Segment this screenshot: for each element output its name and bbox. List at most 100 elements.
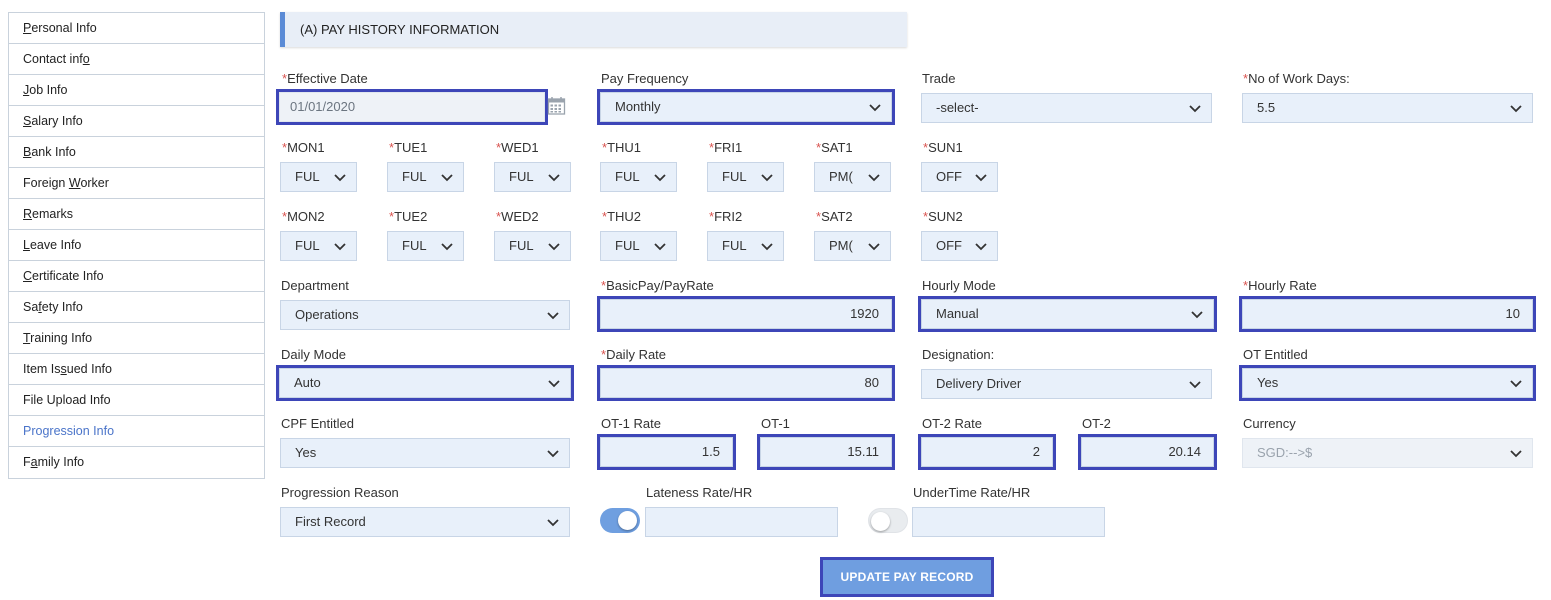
sidebar-item[interactable]: Family Info [9,447,264,478]
chevron-down-icon [868,243,880,251]
day-select[interactable]: PM( [814,162,891,192]
chevron-down-icon [975,243,987,251]
undertime-toggle[interactable] [868,508,908,533]
chevron-down-icon [868,174,880,182]
sidebar-item[interactable]: Safety Info [9,292,264,323]
currency-label: Currency [1243,416,1296,431]
daily-rate-input[interactable]: 80 [597,365,895,401]
sidebar-item-label: Sa [23,300,39,314]
department-label: Department [281,278,349,293]
day-select[interactable]: FUL [600,162,677,192]
ot2-rate-label: OT-2 Rate [922,416,982,431]
calendar-icon[interactable] [547,96,566,115]
ot-entitled-label: OT Entitled [1243,347,1308,362]
day-select[interactable]: FUL [280,162,357,192]
day-select[interactable]: FUL [600,231,677,261]
sidebar-item[interactable]: Item Issued Info [9,354,264,385]
sidebar-item[interactable]: Salary Info [9,106,264,137]
basic-pay-label: *BasicPay/PayRate [601,278,714,293]
undertime-rate-input[interactable] [912,507,1105,537]
sidebar-item[interactable]: Leave Info [9,230,264,261]
department-select[interactable]: Operations [280,300,570,330]
basic-pay-input[interactable]: 1920 [597,296,895,332]
daily-mode-select[interactable]: Auto [276,365,574,401]
day-select[interactable]: FUL [280,231,357,261]
sidebar-item-label: eave Info [29,238,82,252]
ot2-rate-input[interactable]: 2 [918,434,1056,470]
day-label: *THU2 [602,209,642,224]
pay-frequency-select[interactable]: Monthly [597,89,895,125]
sidebar-item[interactable]: Training Info [9,323,264,354]
sidebar-item-label: ued Info [66,362,112,376]
hourly-mode-select[interactable]: Manual [918,296,1217,332]
day-select[interactable]: FUL [387,231,464,261]
cpf-entitled-select[interactable]: Yes [280,438,570,468]
currency-select[interactable]: SGD:-->$ [1242,438,1533,468]
sidebar-item-label: mily Info [37,455,85,469]
sidebar-item[interactable]: Certificate Info [9,261,264,292]
sidebar-item-accesskey: o [82,52,90,66]
trade-label: Trade [922,71,956,86]
day-select[interactable]: PM( [814,231,891,261]
lateness-rate-input[interactable] [645,507,838,537]
day-select[interactable]: FUL [494,162,571,192]
ot-entitled-select[interactable]: Yes [1239,365,1536,401]
chevron-down-icon [975,174,987,182]
trade-select[interactable]: -select- [921,93,1212,123]
day-select[interactable]: FUL [387,162,464,192]
day-label: *WED1 [496,140,539,155]
chevron-down-icon [547,312,559,320]
day-select[interactable]: OFF [921,162,998,192]
sidebar-item[interactable]: Foreign Worker [9,168,264,199]
sidebar-item-label: ety Info [41,300,83,314]
sidebar-item-label: ersonal Info [31,21,97,35]
update-pay-record-button[interactable]: UPDATE PAY RECORD [820,557,994,597]
sidebar-item[interactable]: Bank Info [9,137,264,168]
ot1-label: OT-1 [761,416,790,431]
chevron-down-icon [1510,380,1522,388]
ot1-input[interactable]: 15.11 [757,434,895,470]
sidebar-item[interactable]: Personal Info [9,13,264,44]
sidebar-item-label: Foreign [23,176,69,190]
lateness-toggle[interactable] [600,508,640,533]
day-select[interactable]: FUL [707,231,784,261]
sidebar-item-label: Progression Info [23,424,115,438]
progression-reason-select[interactable]: First Record [280,507,570,537]
day-select[interactable]: OFF [921,231,998,261]
sidebar-item[interactable]: Progression Info [9,416,264,447]
chevron-down-icon [1510,450,1522,458]
sidebar-item[interactable]: Job Info [9,75,264,106]
chevron-down-icon [548,243,560,251]
sidebar-item-accesskey: W [68,176,81,190]
day-select[interactable]: FUL [494,231,571,261]
daily-rate-label: *Daily Rate [601,347,667,362]
sidebar-item[interactable]: Contact info [9,44,264,75]
chevron-down-icon [761,243,773,251]
day-label: *SAT1 [816,140,853,155]
designation-select[interactable]: Delivery Driver [921,369,1212,399]
ot2-input[interactable]: 20.14 [1078,434,1217,470]
day-label: *TUE1 [389,140,428,155]
sidebar-item-label: F [23,455,31,469]
chevron-down-icon [654,243,666,251]
day-label: *TUE2 [389,209,428,224]
day-label: *SAT2 [816,209,853,224]
sidebar-item[interactable]: File Upload Info [9,385,264,416]
day-label: *FRI1 [709,140,743,155]
day-label: *WED2 [496,209,539,224]
chevron-down-icon [761,174,773,182]
hourly-rate-input[interactable]: 10 [1239,296,1536,332]
day-label: *MON2 [282,209,325,224]
sidebar-item-label: ank Info [31,145,76,159]
chevron-down-icon [1189,381,1201,389]
ot1-rate-input[interactable]: 1.5 [597,434,736,470]
toggle-knob [618,511,637,530]
sidebar-item[interactable]: Remarks [9,199,264,230]
work-days-select[interactable]: 5.5 [1242,93,1533,123]
sidebar-item-label: alary Info [31,114,83,128]
day-label: *FRI2 [709,209,743,224]
day-select[interactable]: FUL [707,162,784,192]
sidebar-item-label: ertificate Info [32,269,104,283]
designation-label: Designation: [922,347,995,362]
effective-date-input[interactable]: 01/01/2020 [276,89,548,125]
